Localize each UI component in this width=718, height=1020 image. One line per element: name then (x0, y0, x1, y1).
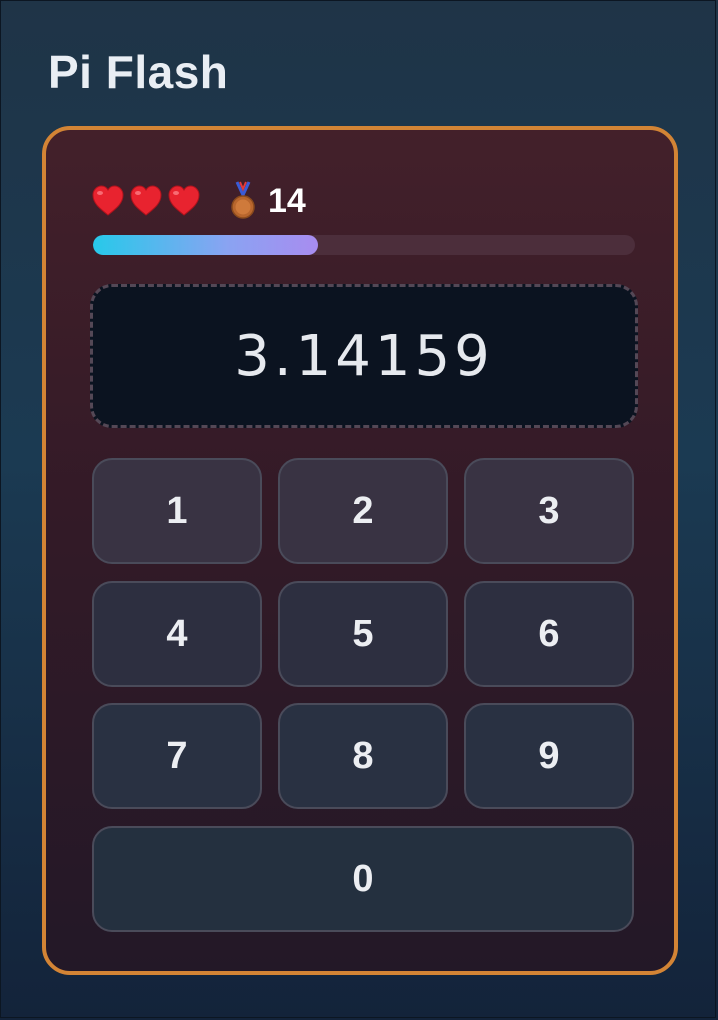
key-5[interactable]: 5 (278, 581, 448, 687)
digit-display: 3.14159 (90, 284, 638, 428)
key-9[interactable]: 9 (464, 703, 634, 809)
key-8[interactable]: 8 (278, 703, 448, 809)
key-7[interactable]: 7 (92, 703, 262, 809)
key-4[interactable]: 4 (92, 581, 262, 687)
bronze-medal-icon (231, 181, 255, 219)
display-value: 3.14159 (234, 323, 494, 389)
heart-icon (168, 185, 200, 216)
key-1[interactable]: 1 (92, 458, 262, 564)
game-card: 14 3.14159 1 2 3 4 5 6 7 8 9 0 (42, 126, 678, 975)
key-0[interactable]: 0 (92, 826, 634, 932)
score-value: 14 (268, 182, 306, 220)
status-bar: 14 (90, 176, 306, 226)
key-6[interactable]: 6 (464, 581, 634, 687)
progress-bar-fill (93, 235, 318, 255)
app-title: Pi Flash (48, 46, 229, 98)
progress-bar (93, 235, 635, 255)
key-2[interactable]: 2 (278, 458, 448, 564)
key-3[interactable]: 3 (464, 458, 634, 564)
heart-icon (130, 185, 162, 216)
heart-icon (92, 185, 124, 216)
